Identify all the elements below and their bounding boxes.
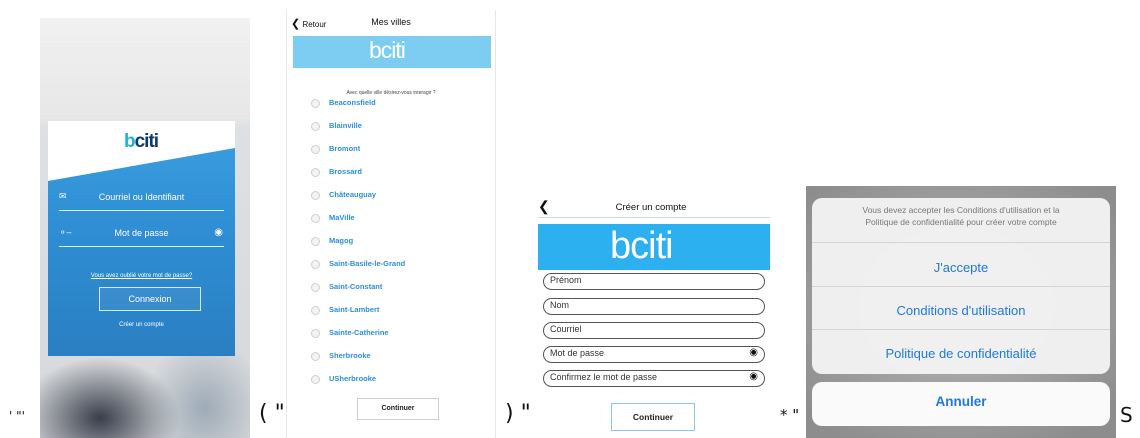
confirm-password-field[interactable]: Confirmez le mot de passe ◉ xyxy=(543,370,765,387)
last-name-field[interactable]: Nom xyxy=(543,298,765,315)
separator-3: ) " xyxy=(505,401,531,426)
logo-text: citi xyxy=(630,225,673,267)
action-sheet: Vous devez accepter les Conditions d'uti… xyxy=(812,198,1110,374)
create-account-screen: ❮ Créer un compte bciti Prénom Nom Courr… xyxy=(531,195,771,438)
city-name: Beaconsfield xyxy=(329,98,376,107)
radio-button[interactable] xyxy=(311,283,320,292)
forgot-password-link[interactable]: Vous avez oublié votre mot de passe? xyxy=(48,273,235,279)
password-placeholder: Mot de passe xyxy=(550,348,605,358)
email-field[interactable]: ✉ Courriel ou Identifiant xyxy=(59,186,224,211)
password-placeholder: Mot de passe xyxy=(114,228,169,238)
divider xyxy=(812,329,1110,330)
email-field[interactable]: Courriel xyxy=(543,322,765,339)
terms-dialog-screen: Vous devez accepter les Conditions d'uti… xyxy=(806,186,1116,438)
bciti-logo: bciti xyxy=(369,37,406,64)
city-name: Saint-Lambert xyxy=(329,305,380,314)
divider xyxy=(812,242,1110,243)
radio-button[interactable] xyxy=(311,306,320,315)
password-field[interactable]: Mot de passe ◉ xyxy=(543,346,765,363)
radio-button[interactable] xyxy=(311,145,320,154)
login-card: bciti ✉ Courriel ou Identifiant ⚬– Mot d… xyxy=(48,121,235,356)
city-name: Blainville xyxy=(329,121,362,130)
radio-button[interactable] xyxy=(311,329,320,338)
city-name: Sherbrooke xyxy=(329,351,371,360)
dialog-message-line-2: Politique de confidentialité pour créer … xyxy=(865,217,1057,227)
first-name-placeholder: Prénom xyxy=(550,275,582,285)
dialog-message-line-1: Vous devez accepter les Conditions d'uti… xyxy=(862,205,1060,215)
terms-button[interactable]: Conditions d'utilisation xyxy=(812,303,1110,318)
radio-button[interactable] xyxy=(311,191,320,200)
email-placeholder: Courriel ou Identifiant xyxy=(98,192,185,202)
nav-bar: ❮ Retour Mes villes xyxy=(287,10,495,36)
city-name: Sainte-Catherine xyxy=(329,328,389,337)
bciti-banner: bciti xyxy=(293,36,491,68)
eye-icon[interactable]: ◉ xyxy=(749,371,758,382)
radio-button[interactable] xyxy=(311,214,320,223)
cancel-button[interactable]: Annuler xyxy=(812,382,1110,426)
bciti-logo: bciti xyxy=(124,131,159,153)
bciti-banner: bciti xyxy=(538,224,770,270)
logo-text: citi xyxy=(380,37,406,63)
first-name-field[interactable]: Prénom xyxy=(543,273,765,290)
city-name: Saint-Constant xyxy=(329,282,383,291)
last-name-placeholder: Nom xyxy=(550,300,570,310)
continue-button[interactable]: Continuer xyxy=(611,403,695,431)
logo-b: b xyxy=(369,37,382,63)
city-question: Avec quelle ville désirez-vous interagir… xyxy=(346,90,436,96)
separator-2: ( " xyxy=(259,401,285,426)
radio-button[interactable] xyxy=(311,260,320,269)
divider xyxy=(538,217,770,218)
create-account-link[interactable]: Créer un compte xyxy=(48,322,235,328)
connect-button[interactable]: Connexion xyxy=(99,287,201,311)
radio-button[interactable] xyxy=(311,99,320,108)
password-field[interactable]: ⚬– Mot de passe ◉ xyxy=(59,222,224,247)
confirm-password-placeholder: Confirmez le mot de passe xyxy=(550,372,658,382)
city-name: Brossard xyxy=(329,167,362,176)
eye-icon[interactable]: ◉ xyxy=(214,227,223,238)
logo-b: b xyxy=(610,225,631,267)
divider xyxy=(812,286,1110,287)
separator-1: ' "' xyxy=(9,409,25,423)
dialog-message: Vous devez accepter les Conditions d'uti… xyxy=(812,204,1110,228)
email-placeholder: Courriel xyxy=(550,324,582,334)
separator-4: * " xyxy=(780,406,800,424)
radio-button[interactable] xyxy=(311,352,320,361)
logo-text: citi xyxy=(134,131,159,152)
logo-b: b xyxy=(124,131,136,152)
city-name: USherbrooke xyxy=(329,374,377,383)
bciti-logo: bciti xyxy=(610,225,674,268)
login-screen: bciti ✉ Courriel ou Identifiant ⚬– Mot d… xyxy=(40,18,250,438)
accept-button[interactable]: J'accepte xyxy=(812,260,1110,275)
city-name: Magog xyxy=(329,236,354,245)
separator-5: S xyxy=(1120,403,1133,427)
privacy-button[interactable]: Politique de confidentialité xyxy=(812,346,1110,361)
radio-button[interactable] xyxy=(311,375,320,384)
cities-screen: ❮ Retour Mes villes bciti Avec quelle vi… xyxy=(286,10,496,438)
city-name: Châteauguay xyxy=(329,190,377,199)
page-title: Mes villes xyxy=(371,17,411,27)
eye-icon[interactable]: ◉ xyxy=(749,347,758,358)
city-name: Bromont xyxy=(329,144,361,153)
page-title: Créer un compte xyxy=(615,202,687,213)
city-name: Saint-Basile-le-Grand xyxy=(329,259,406,268)
radio-button[interactable] xyxy=(311,237,320,246)
radio-button[interactable] xyxy=(311,122,320,131)
continue-button[interactable]: Continuer xyxy=(357,398,439,420)
city-name: MaVille xyxy=(329,213,355,222)
radio-button[interactable] xyxy=(311,168,320,177)
